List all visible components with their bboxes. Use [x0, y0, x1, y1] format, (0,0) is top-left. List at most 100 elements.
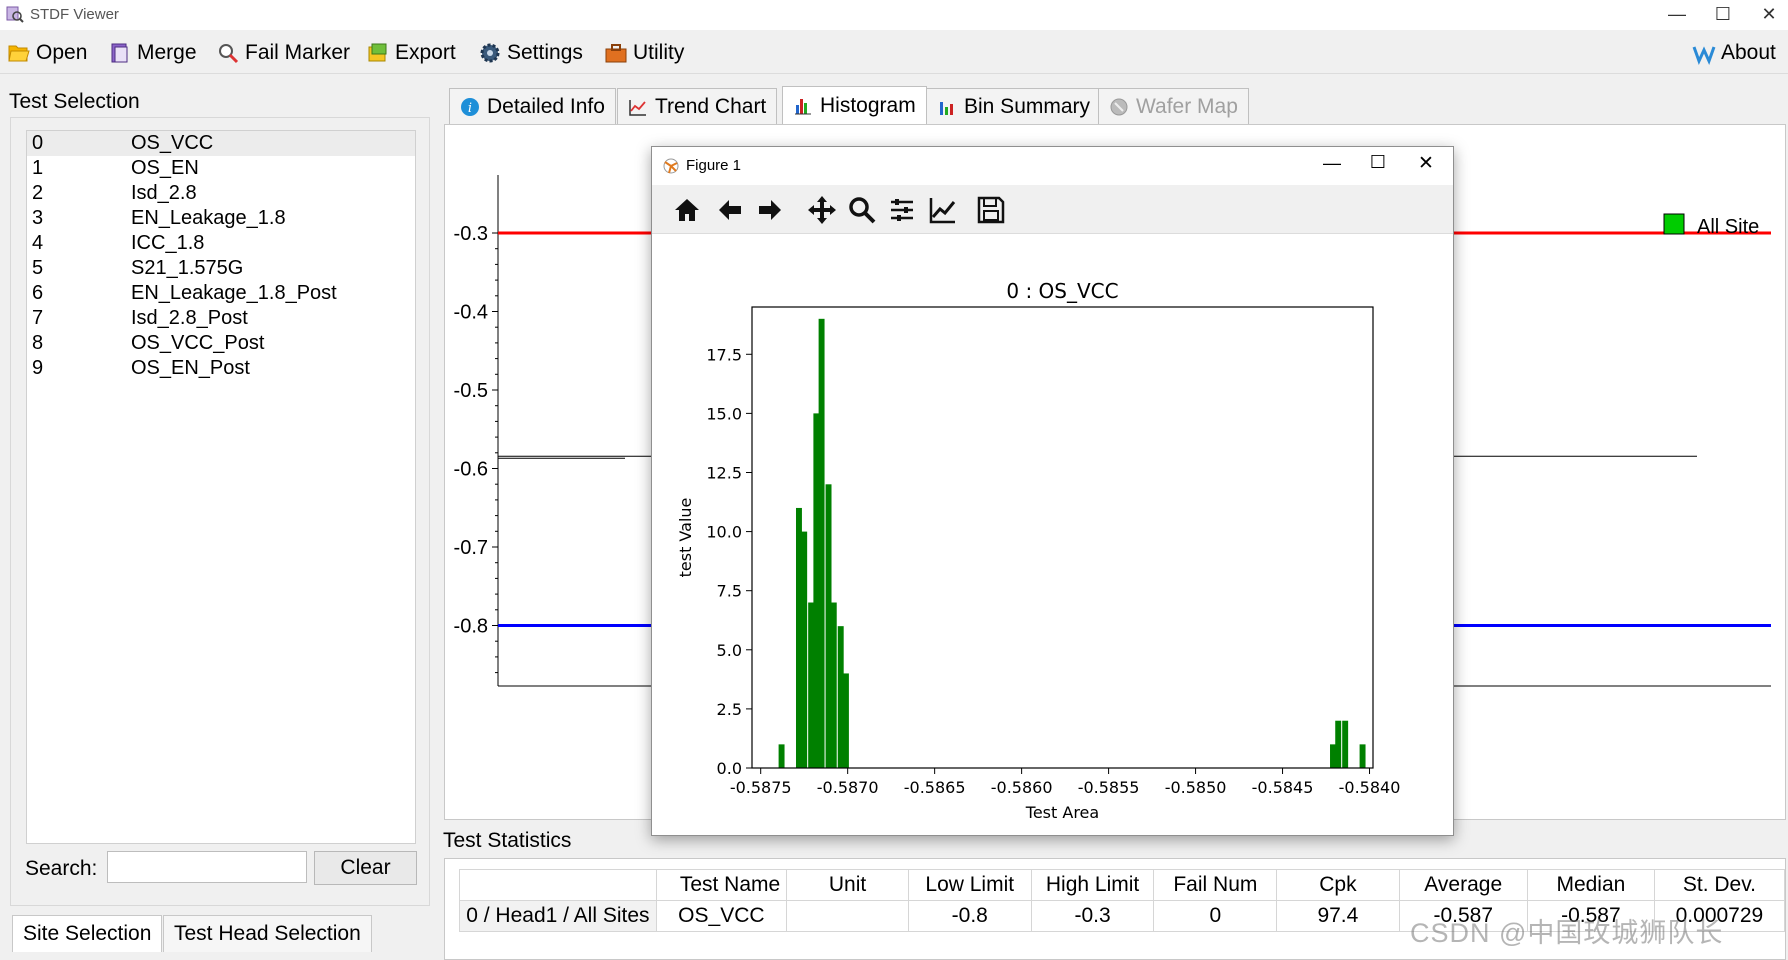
figure-maximize-button[interactable]: ☐: [1358, 152, 1398, 173]
zoom-icon[interactable]: [847, 195, 877, 225]
tab-histogram[interactable]: Histogram: [782, 86, 927, 125]
test-name: S21_1.575G: [131, 257, 244, 279]
y-axis-label: test Value: [676, 498, 695, 578]
histogram-bar: [825, 484, 832, 768]
test-list-item[interactable]: 5 S21_1.575G: [27, 256, 415, 281]
figure-window[interactable]: Figure 1 — ☐ ✕ 0 : OS_VCC -0.5875 -0.5870 -…: [651, 146, 1454, 836]
menu-fail-marker[interactable]: Fail Marker: [216, 39, 350, 67]
histogram-bar: [837, 626, 844, 768]
tab-trend-chart[interactable]: Trend Chart: [617, 88, 778, 125]
window-titlebar: STDF Viewer — ☐ ✕: [0, 0, 1788, 30]
tab-bin-summary-label: Bin Summary: [964, 95, 1091, 118]
tab-detailed-info-label: Detailed Info: [487, 95, 605, 118]
histogram-bar: [801, 531, 808, 768]
main-chart-y-tick-label: -0.7: [454, 537, 488, 559]
menu-open-label: Open: [36, 41, 88, 64]
x-tick-label: -0.5855: [1078, 778, 1140, 797]
test-list-item[interactable]: 7 Isd_2.8_Post: [27, 306, 415, 331]
y-tick-label: 5.0: [717, 641, 742, 660]
search-input[interactable]: [107, 851, 307, 883]
menu-export[interactable]: Export: [366, 39, 456, 67]
figure-titlebar[interactable]: Figure 1 — ☐ ✕: [652, 147, 1453, 185]
minimize-button[interactable]: —: [1654, 0, 1700, 30]
legend-label: All Site: [1697, 216, 1759, 238]
fail-marker-icon: [219, 44, 239, 64]
stats-column-header[interactable]: Average: [1398, 869, 1528, 901]
menu-open[interactable]: Open: [7, 39, 87, 67]
histogram-bar: [795, 507, 802, 768]
histogram-bar: [1335, 720, 1342, 768]
matplotlib-icon: [663, 158, 679, 174]
x-tick-label: -0.5840: [1339, 778, 1401, 797]
maximize-button[interactable]: ☐: [1700, 0, 1746, 30]
test-list-item[interactable]: 1 OS_EN: [27, 156, 415, 181]
tab-wafer-map[interactable]: Wafer Map: [1098, 88, 1249, 125]
stats-cell: OS_VCC: [655, 900, 788, 932]
test-list-item[interactable]: 3 EN_Leakage_1.8: [27, 206, 415, 231]
tab-trend-chart-label: Trend Chart: [655, 95, 767, 118]
menu-utility[interactable]: Utility: [604, 39, 684, 67]
x-axis-label: Test Area: [1025, 803, 1099, 822]
stats-column-header[interactable]: Median: [1526, 869, 1655, 901]
test-statistics-title: Test Statistics: [443, 829, 572, 852]
histogram-bar: [1330, 744, 1336, 768]
chart-title: 0 : OS_VCC: [1006, 279, 1118, 303]
test-list-item[interactable]: 8 OS_VCC_Post: [27, 331, 415, 356]
histogram-bar: [842, 673, 849, 768]
y-tick-label: 10.0: [706, 523, 742, 542]
figure-minimize-button[interactable]: —: [1312, 153, 1352, 174]
menu-settings[interactable]: Settings: [478, 39, 583, 67]
menu-about[interactable]: About: [1692, 39, 1776, 67]
histogram-icon: [795, 99, 811, 115]
info-icon: i: [461, 98, 479, 116]
test-number: 3: [32, 207, 44, 229]
test-list-item[interactable]: 0 OS_VCC: [27, 131, 415, 156]
test-name: OS_EN: [131, 157, 199, 179]
test-list-item[interactable]: 4 ICC_1.8: [27, 231, 415, 256]
stats-column-header[interactable]: High Limit: [1030, 869, 1155, 901]
stats-column-header[interactable]: Low Limit: [907, 869, 1032, 901]
test-list[interactable]: 0 OS_VCC 1 OS_EN 2 Isd_2.8 3 EN_Leakage_1.8 4 ICC…: [26, 130, 416, 844]
stats-column-header[interactable]: Unit: [786, 869, 909, 901]
x-tick-label: -0.5860: [991, 778, 1053, 797]
stats-column-header[interactable]: Test Name: [655, 869, 788, 901]
test-name: OS_EN_Post: [131, 357, 250, 379]
tab-detailed-info[interactable]: i Detailed Info: [449, 88, 616, 125]
test-list-item[interactable]: 6 EN_Leakage_1.8_Post: [27, 281, 415, 306]
menu-merge-label: Merge: [137, 41, 197, 64]
main-chart-y-tick-label: -0.8: [454, 616, 488, 638]
stats-cell: 0: [1153, 900, 1278, 932]
forward-icon[interactable]: [755, 195, 785, 225]
stats-column-header[interactable]: Fail Num: [1153, 869, 1278, 901]
y-tick-label: 12.5: [706, 463, 742, 482]
figure-close-button[interactable]: ✕: [1406, 152, 1446, 175]
stats-cell: -0.8: [907, 900, 1032, 932]
x-tick-label: -0.5845: [1252, 778, 1314, 797]
search-label: Search:: [25, 857, 98, 880]
trend-chart-icon: [629, 100, 646, 116]
configure-subplots-icon[interactable]: [887, 195, 917, 225]
test-list-item[interactable]: 9 OS_EN_Post: [27, 356, 415, 381]
save-icon[interactable]: [976, 195, 1006, 225]
watermark: CSDN @中国玫城狮队长: [1410, 918, 1724, 948]
test-number: 2: [32, 182, 44, 204]
stats-column-header[interactable]: Cpk: [1276, 869, 1400, 901]
pan-icon[interactable]: [807, 195, 837, 225]
menu-merge[interactable]: Merge: [108, 39, 197, 67]
edit-axis-icon[interactable]: [928, 195, 958, 225]
tab-bin-summary[interactable]: Bin Summary: [926, 88, 1102, 125]
folder-open-icon: [8, 45, 30, 62]
home-icon[interactable]: [672, 195, 702, 225]
test-list-item[interactable]: 2 Isd_2.8: [27, 181, 415, 206]
test-name: OS_VCC_Post: [131, 332, 265, 354]
stats-cell: 97.4: [1276, 900, 1400, 932]
test-name: ICC_1.8: [131, 232, 205, 254]
tab-test-head-selection[interactable]: Test Head Selection: [163, 915, 372, 952]
tab-wafer-map-label: Wafer Map: [1136, 95, 1238, 118]
clear-button[interactable]: Clear: [314, 851, 417, 885]
back-icon[interactable]: [715, 195, 745, 225]
tab-site-selection[interactable]: Site Selection: [12, 915, 163, 952]
close-button[interactable]: ✕: [1746, 0, 1788, 30]
figure-toolbar: [652, 185, 1453, 234]
stats-column-header[interactable]: St. Dev.: [1653, 869, 1785, 901]
